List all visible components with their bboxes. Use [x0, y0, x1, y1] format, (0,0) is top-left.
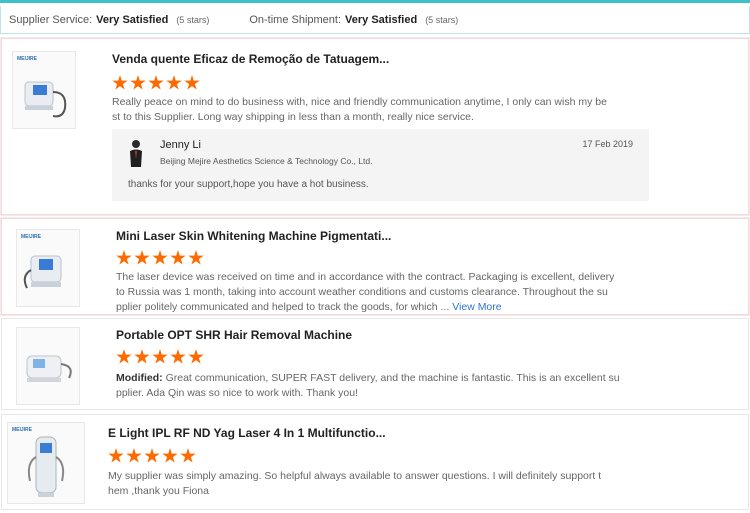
review-card: MEIJIRE Venda quente Eficaz de Remoção d…	[1, 38, 749, 215]
rating-summary-bar: Supplier Service: Very Satisfied (5 star…	[0, 6, 750, 34]
brand-logo: MEIJIRE	[12, 427, 33, 433]
star-icon	[134, 250, 150, 265]
star-icon	[112, 75, 128, 90]
review-text-line: hem ,thank you Fiona	[108, 485, 209, 497]
view-more-link[interactable]: View More	[452, 301, 501, 313]
laser-machine-icon	[24, 81, 67, 118]
star-icon	[116, 349, 132, 364]
review-text-line: The laser device was received on time an…	[116, 271, 615, 283]
product-thumbnail[interactable]: MEIJIRE	[16, 229, 80, 307]
review-text-line: pplier. Ada Qin was so nice to work with…	[116, 387, 359, 399]
review-card: Portable OPT SHR Hair Removal Machine Mo…	[1, 318, 749, 410]
star-icon	[188, 349, 204, 364]
review-text: My supplier was simply amazing. So helpf…	[108, 469, 638, 499]
shipment-value: Very Satisfied	[345, 13, 418, 26]
shipment-stars: (5 stars)	[425, 14, 459, 25]
review-card: MEIJIRE E Light IPL RF ND Yag Laser 4 In…	[1, 414, 749, 510]
review-text-line: Really peace on mind to do business with…	[112, 96, 607, 108]
reply-date: 17 Feb 2019	[582, 139, 633, 149]
review-text: The laser device was received on time an…	[116, 270, 646, 315]
multifunction-laser-icon	[27, 436, 65, 497]
star-icon	[170, 250, 186, 265]
review-text-fragment: Great communication, SUPER FAST delivery…	[165, 372, 620, 384]
review-text-line: pplier politely communicated and helped …	[116, 300, 646, 315]
avatar	[130, 140, 142, 167]
modified-label: Modified:	[116, 372, 163, 384]
product-title[interactable]: Portable OPT SHR Hair Removal Machine	[116, 328, 352, 342]
review-text: Really peace on mind to do business with…	[112, 95, 632, 125]
product-thumbnail[interactable]	[16, 327, 80, 405]
shipment-label: On-time Shipment:	[249, 13, 342, 26]
review-text-line: st to this Supplier. Long way shipping i…	[112, 111, 474, 123]
star-icon	[108, 448, 124, 463]
laser-machine-icon	[23, 255, 62, 289]
star-icon	[162, 448, 178, 463]
product-thumbnail[interactable]: MEIJIRE	[12, 51, 76, 129]
star-icon	[170, 349, 186, 364]
reply-text: thanks for your support,hope you have a …	[128, 179, 369, 190]
review-text-fragment: pplier politely communicated and helped …	[116, 301, 450, 313]
product-title[interactable]: Venda quente Eficaz de Remoção de Tatuag…	[112, 52, 389, 66]
star-rating	[116, 349, 204, 365]
star-icon	[130, 75, 146, 90]
reply-author-name: Jenny Li	[160, 139, 201, 151]
star-icon	[184, 75, 200, 90]
star-icon	[144, 448, 160, 463]
hair-removal-machine-icon	[26, 355, 72, 382]
supplier-service-label: Supplier Service:	[9, 13, 93, 26]
star-icon	[116, 250, 132, 265]
star-icon	[148, 75, 164, 90]
product-title[interactable]: Mini Laser Skin Whitening Machine Pigmen…	[116, 229, 391, 243]
review-text-line: to Russia was 1 month, taking into accou…	[116, 286, 608, 298]
supplier-service-value: Very Satisfied	[96, 13, 169, 26]
review-text-line: Modified: Great communication, SUPER FAS…	[116, 371, 646, 386]
product-thumbnail[interactable]: MEIJIRE	[7, 422, 85, 504]
supplier-service-stars: (5 stars)	[176, 14, 210, 25]
supplier-reply: Jenny Li Beijing Mejire Aesthetics Scien…	[112, 129, 649, 201]
star-icon	[126, 448, 142, 463]
review-text-line: My supplier was simply amazing. So helpf…	[108, 470, 602, 482]
star-rating	[112, 75, 200, 91]
star-rating	[116, 250, 204, 266]
reply-company: Beijing Mejire Aesthetics Science & Tech…	[160, 156, 373, 166]
review-text: Modified: Great communication, SUPER FAS…	[116, 371, 646, 401]
product-title[interactable]: E Light IPL RF ND Yag Laser 4 In 1 Multi…	[108, 426, 386, 440]
star-icon	[152, 349, 168, 364]
top-accent-rule	[0, 0, 750, 3]
star-icon	[134, 349, 150, 364]
brand-logo: MEIJIRE	[17, 56, 38, 62]
brand-logo: MEIJIRE	[21, 234, 42, 240]
star-icon	[166, 75, 182, 90]
review-card: MEIJIRE Mini Laser Skin Whitening Machin…	[1, 218, 749, 315]
star-icon	[152, 250, 168, 265]
star-icon	[180, 448, 196, 463]
star-rating	[108, 448, 196, 464]
star-icon	[188, 250, 204, 265]
